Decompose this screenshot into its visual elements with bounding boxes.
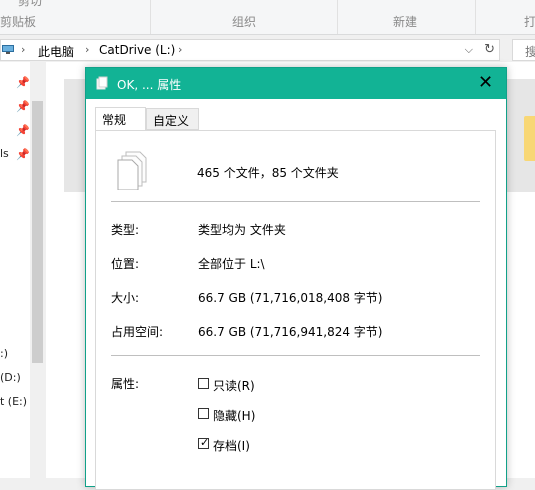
checkmark-icon: ✓ [200,436,210,449]
pin-icon[interactable]: 📌 [16,76,30,89]
divider [111,201,480,202]
checkbox-box[interactable] [198,408,209,419]
ribbon-group-organize: 组织 [232,15,257,29]
nav-item-quick[interactable]: ls [0,147,9,160]
readonly-label[interactable]: 只读(R) [213,377,255,394]
archive-label[interactable]: 存档(I) [213,437,250,454]
size-label: 大小: [111,291,140,305]
type-value: 类型均为 文件夹 [198,223,286,237]
attributes-label: 属性: [111,377,140,391]
file-folder-count: 465 个文件，85 个文件夹 [197,166,339,180]
ribbon-divider [337,0,338,34]
documents-icon [96,76,108,90]
checkbox-box[interactable]: ✓ [198,436,210,449]
tab-general[interactable]: 常规 [95,107,146,131]
nav-item-drive-c[interactable]: :) [0,347,8,360]
multiple-files-icon [117,151,147,190]
ribbon: 剪切 剪贴板 组织 新建 打 [0,0,535,35]
pin-icon[interactable]: 📌 [16,124,30,137]
tab-custom[interactable]: 自定义 [146,108,199,130]
ribbon-group-clipboard: 剪贴板 [0,15,37,29]
ribbon-group-open: 打 [524,15,535,29]
type-label: 类型: [111,223,140,237]
nav-item-drive-d[interactable]: (D:) [0,371,21,384]
breadcrumb-catdrive[interactable]: CatDrive (L:) [99,43,175,57]
this-pc-icon [2,45,14,54]
breadcrumb-chevron-icon[interactable]: › [85,43,89,56]
refresh-icon[interactable]: ↻ [484,42,495,57]
location-value: 全部位于 L:\ [198,257,265,271]
close-icon[interactable]: ✕ [478,72,493,93]
properties-dialog: OK, ... 属性 ✕ 常规 自定义 465 个文件，85 个文件夹 类型: … [85,67,507,490]
ribbon-divider [475,0,476,34]
breadcrumb-chevron-icon[interactable]: › [21,43,25,56]
hidden-label[interactable]: 隐藏(H) [213,407,255,424]
location-label: 位置: [111,257,140,271]
checkbox-box[interactable] [198,378,209,389]
address-dropdown-icon[interactable]: ⌵ [465,43,473,57]
general-panel: 465 个文件，85 个文件夹 类型: 类型均为 文件夹 位置: 全部位于 L:… [95,130,496,490]
nav-scrollbar-thumb[interactable] [32,101,43,363]
nav-item-drive-e[interactable]: t (E:) [0,395,27,408]
ribbon-divider [150,0,151,34]
ribbon-group-new: 新建 [393,15,418,29]
size-on-disk-label: 占用空间: [111,325,164,339]
address-bar[interactable]: › 此电脑 › CatDrive (L:) › ⌵ ↻ [0,39,500,61]
search-input[interactable]: 搜 [512,39,535,61]
pin-icon[interactable]: 📌 [16,148,30,161]
size-on-disk-value: 66.7 GB (71,716,941,824 字节) [198,325,383,339]
size-value: 66.7 GB (71,716,018,408 字节) [198,291,383,305]
pin-icon[interactable]: 📌 [16,100,30,113]
folder-icon[interactable] [524,116,535,161]
dialog-titlebar[interactable]: OK, ... 属性 ✕ [86,68,506,99]
dialog-title: OK, ... 属性 [117,78,182,92]
divider [111,355,480,356]
ribbon-partial-label: 剪切 [18,0,43,8]
breadcrumb-chevron-icon[interactable]: › [178,43,182,56]
breadcrumb-this-pc[interactable]: 此电脑 [38,43,74,60]
